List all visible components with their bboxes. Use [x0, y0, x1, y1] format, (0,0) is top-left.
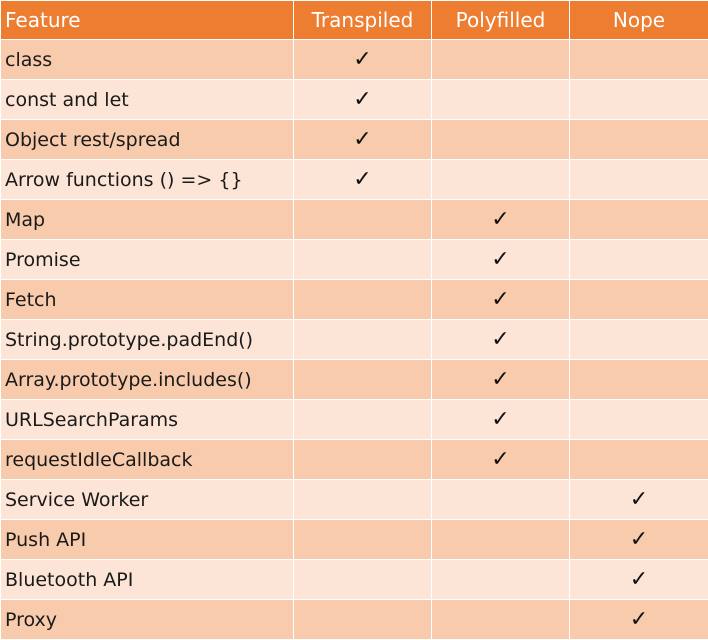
status-cell-nope — [570, 120, 708, 160]
status-cell-transpiled — [294, 520, 432, 560]
feature-cell: Object rest/spread — [1, 120, 294, 160]
table-row: const and let ✓ — [1, 80, 708, 120]
table-row: Push API ✓ — [1, 520, 708, 560]
check-icon: ✓ — [491, 207, 509, 232]
check-icon: ✓ — [630, 567, 648, 592]
status-cell-polyfilled — [432, 160, 570, 200]
table-row: Proxy ✓ — [1, 600, 708, 640]
status-cell-transpiled: ✓ — [294, 40, 432, 80]
table-row: Bluetooth API ✓ — [1, 560, 708, 600]
status-cell-polyfilled — [432, 120, 570, 160]
status-cell-polyfilled: ✓ — [432, 280, 570, 320]
table-row: Object rest/spread ✓ — [1, 120, 708, 160]
check-icon: ✓ — [491, 407, 509, 432]
status-cell-nope — [570, 40, 708, 80]
status-cell-transpiled: ✓ — [294, 120, 432, 160]
feature-cell: URLSearchParams — [1, 400, 294, 440]
check-icon: ✓ — [353, 87, 371, 112]
status-cell-nope — [570, 160, 708, 200]
status-cell-polyfilled — [432, 520, 570, 560]
status-cell-transpiled — [294, 400, 432, 440]
feature-cell: Promise — [1, 240, 294, 280]
table-body: class✓const and let✓Object rest/spread✓A… — [1, 40, 708, 640]
status-cell-polyfilled: ✓ — [432, 440, 570, 480]
status-cell-polyfilled — [432, 560, 570, 600]
table-row: Arrow functions () => {} ✓ — [1, 160, 708, 200]
check-icon: ✓ — [491, 367, 509, 392]
status-cell-nope: ✓ — [570, 520, 708, 560]
check-icon: ✓ — [353, 167, 371, 192]
feature-cell: Map — [1, 200, 294, 240]
status-cell-nope — [570, 200, 708, 240]
table-row: String.prototype.padEnd() ✓ — [1, 320, 708, 360]
check-icon: ✓ — [491, 447, 509, 472]
status-cell-nope — [570, 280, 708, 320]
status-cell-transpiled — [294, 280, 432, 320]
status-cell-transpiled — [294, 200, 432, 240]
check-icon: ✓ — [491, 287, 509, 312]
status-cell-transpiled — [294, 240, 432, 280]
status-cell-polyfilled: ✓ — [432, 200, 570, 240]
feature-cell: String.prototype.padEnd() — [1, 320, 294, 360]
column-header-feature: Feature — [1, 1, 294, 40]
status-cell-nope — [570, 400, 708, 440]
feature-cell: Service Worker — [1, 480, 294, 520]
status-cell-polyfilled — [432, 40, 570, 80]
check-icon: ✓ — [491, 247, 509, 272]
status-cell-nope — [570, 80, 708, 120]
status-cell-polyfilled — [432, 600, 570, 640]
status-cell-transpiled: ✓ — [294, 160, 432, 200]
status-cell-transpiled — [294, 480, 432, 520]
check-icon: ✓ — [630, 527, 648, 552]
feature-cell: Bluetooth API — [1, 560, 294, 600]
feature-cell: requestIdleCallback — [1, 440, 294, 480]
check-icon: ✓ — [630, 607, 648, 632]
column-header-nope: Nope — [570, 1, 708, 40]
status-cell-transpiled — [294, 560, 432, 600]
status-cell-nope — [570, 240, 708, 280]
feature-cell: Push API — [1, 520, 294, 560]
status-cell-polyfilled: ✓ — [432, 320, 570, 360]
feature-cell: Fetch — [1, 280, 294, 320]
table-row: Array.prototype.includes() ✓ — [1, 360, 708, 400]
status-cell-polyfilled: ✓ — [432, 400, 570, 440]
table-row: Promise ✓ — [1, 240, 708, 280]
status-cell-nope — [570, 440, 708, 480]
table-row: class ✓ — [1, 40, 708, 80]
feature-cell: const and let — [1, 80, 294, 120]
check-icon: ✓ — [491, 327, 509, 352]
feature-cell: Array.prototype.includes() — [1, 360, 294, 400]
status-cell-transpiled — [294, 360, 432, 400]
status-cell-nope — [570, 360, 708, 400]
check-icon: ✓ — [630, 487, 648, 512]
status-cell-polyfilled: ✓ — [432, 360, 570, 400]
feature-cell: Proxy — [1, 600, 294, 640]
status-cell-polyfilled — [432, 480, 570, 520]
status-cell-nope — [570, 320, 708, 360]
status-cell-transpiled — [294, 600, 432, 640]
status-cell-transpiled: ✓ — [294, 80, 432, 120]
status-cell-nope: ✓ — [570, 600, 708, 640]
feature-support-table: Feature Transpiled Polyfilled Nope class… — [0, 0, 708, 640]
status-cell-polyfilled: ✓ — [432, 240, 570, 280]
table-row: Map ✓ — [1, 200, 708, 240]
table-row: URLSearchParams ✓ — [1, 400, 708, 440]
status-cell-nope: ✓ — [570, 480, 708, 520]
status-cell-polyfilled — [432, 80, 570, 120]
column-header-transpiled: Transpiled — [294, 1, 432, 40]
feature-cell: Arrow functions () => {} — [1, 160, 294, 200]
column-header-polyfilled: Polyfilled — [432, 1, 570, 40]
check-icon: ✓ — [353, 47, 371, 72]
table-row: requestIdleCallback ✓ — [1, 440, 708, 480]
table-row: Fetch ✓ — [1, 280, 708, 320]
table-row: Service Worker ✓ — [1, 480, 708, 520]
status-cell-nope: ✓ — [570, 560, 708, 600]
status-cell-transpiled — [294, 320, 432, 360]
check-icon: ✓ — [353, 127, 371, 152]
feature-cell: class — [1, 40, 294, 80]
header-row: Feature Transpiled Polyfilled Nope — [1, 1, 708, 40]
status-cell-transpiled — [294, 440, 432, 480]
